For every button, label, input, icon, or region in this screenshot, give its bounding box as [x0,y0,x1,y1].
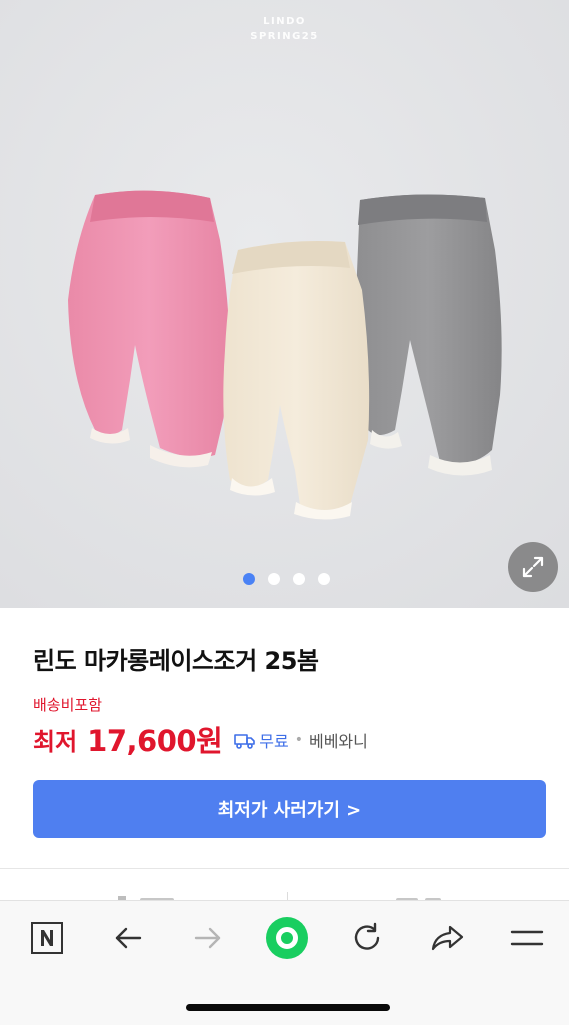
product-photo [0,0,569,608]
brand-watermark: LINDO SPRING25 [0,14,569,44]
section-divider [0,868,569,869]
green-dot-icon [266,917,308,959]
truck-icon [234,734,256,749]
naver-home-icon [31,922,63,954]
back-arrow-icon [115,927,142,949]
menu-icon [510,930,544,946]
slide-dot-2[interactable] [268,573,280,585]
naver-green-button[interactable] [265,917,309,959]
slide-dot-4[interactable] [318,573,330,585]
price-row: 최저 17,600원 무료 • 베베와니 [33,720,368,758]
price-label: 최저 [33,727,78,756]
price-amount: 17,600원 [87,724,223,758]
forward-button[interactable] [186,918,230,958]
menu-button[interactable] [505,918,549,958]
refresh-icon [354,922,380,950]
buy-lowest-price-button[interactable]: 최저가 사러가기 > [33,780,546,838]
shipping-included-note: 배송비포함 [33,696,103,714]
forward-arrow-icon [194,927,221,949]
product-title: 린도 마카롱레이스조거 25봄 [33,647,319,675]
watermark-line-1: LINDO [263,16,306,27]
watermark-line-2: SPRING25 [250,31,319,42]
product-image-gallery[interactable]: LINDO SPRING25 [0,0,569,608]
expand-arrows-icon [522,556,544,578]
expand-image-button[interactable] [508,542,558,592]
slide-dot-3[interactable] [293,573,305,585]
seller-name[interactable]: 베베와니 [309,728,368,752]
back-button[interactable] [106,918,150,958]
cream-pants [223,241,370,520]
slide-dot-1[interactable] [243,573,255,585]
share-icon [431,925,464,951]
separator-dot: • [294,732,303,748]
slide-indicator [243,573,330,585]
home-indicator[interactable] [186,1004,390,1011]
naver-home-button[interactable] [25,918,69,958]
refresh-button[interactable] [345,918,389,958]
share-button[interactable] [425,918,469,958]
free-delivery-label: 무료 [259,732,289,751]
